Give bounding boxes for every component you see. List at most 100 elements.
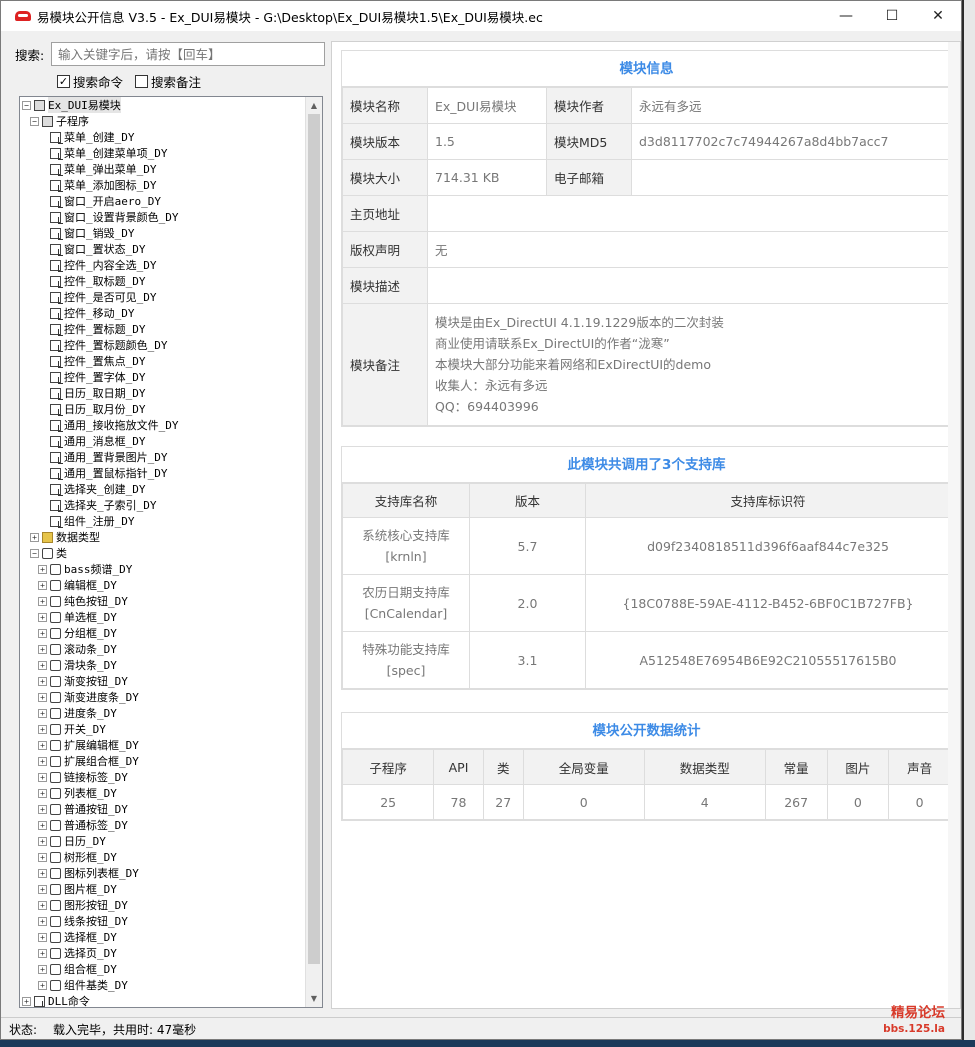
tree-item-class[interactable]: + 链接标签_DY	[20, 769, 305, 785]
tree-scrollbar[interactable]: ▲ ▼	[305, 97, 322, 1007]
info-scrollbar[interactable]	[948, 42, 960, 1008]
tree-item-subprogram[interactable]: 菜单_创建菜单项_DY	[20, 145, 305, 161]
expand-icon[interactable]: +	[38, 852, 47, 862]
tree-item-subprogram[interactable]: 日历_取月份_DY	[20, 401, 305, 417]
tree-item-class[interactable]: + bass频谱_DY	[20, 561, 305, 577]
tree-item-class[interactable]: + 分组框_DY	[20, 625, 305, 641]
tree-class-group[interactable]: − 类	[20, 545, 305, 561]
tree-item-subprogram[interactable]: 窗口_设置背景颜色_DY	[20, 209, 305, 225]
tree-item-class[interactable]: + 滚动条_DY	[20, 641, 305, 657]
tree-item-subprogram[interactable]: 控件_置标题颜色_DY	[20, 337, 305, 353]
maximize-button[interactable]: ☐	[869, 1, 915, 31]
tree-item-subprogram[interactable]: 控件_是否可见_DY	[20, 289, 305, 305]
expand-icon[interactable]: +	[38, 612, 47, 622]
expand-icon[interactable]: +	[38, 644, 47, 654]
expand-icon[interactable]: +	[38, 980, 47, 990]
expand-icon[interactable]: +	[38, 660, 47, 670]
tree-item-class[interactable]: + 渐变进度条_DY	[20, 689, 305, 705]
tree-item-class[interactable]: + 单选框_DY	[20, 609, 305, 625]
tree-item-subprogram[interactable]: 窗口_销毁_DY	[20, 225, 305, 241]
expand-icon[interactable]: +	[38, 740, 47, 750]
tree-item-subprogram[interactable]: 通用_接收拖放文件_DY	[20, 417, 305, 433]
expand-icon[interactable]: +	[38, 916, 47, 926]
tree-item-subprogram[interactable]: 控件_置标题_DY	[20, 321, 305, 337]
expand-icon[interactable]: +	[38, 884, 47, 894]
expand-icon[interactable]: +	[38, 580, 47, 590]
expand-icon[interactable]: +	[38, 868, 47, 878]
search-input[interactable]	[51, 42, 325, 66]
close-button[interactable]: ✕	[915, 1, 961, 31]
expand-icon[interactable]: +	[38, 900, 47, 910]
expand-icon[interactable]: +	[38, 756, 47, 766]
tree-item-subprogram[interactable]: 组件_注册_DY	[20, 513, 305, 529]
expand-icon[interactable]: +	[38, 804, 47, 814]
tree-item-class[interactable]: + 选择框_DY	[20, 929, 305, 945]
tree-item-class[interactable]: + 纯色按钮_DY	[20, 593, 305, 609]
expand-icon[interactable]: +	[38, 676, 47, 686]
tree-item-subprogram[interactable]: 通用_置鼠标指针_DY	[20, 465, 305, 481]
tree-item-class[interactable]: + 树形框_DY	[20, 849, 305, 865]
tree-item-class[interactable]: + 日历_DY	[20, 833, 305, 849]
minimize-button[interactable]: —	[823, 1, 869, 31]
scroll-thumb[interactable]	[308, 114, 320, 964]
search-note-checkbox[interactable]: 搜索备注	[135, 72, 201, 91]
tree-item-class[interactable]: + 线条按钮_DY	[20, 913, 305, 929]
expand-icon[interactable]: +	[30, 532, 39, 542]
tree-item-class[interactable]: + 渐变按钮_DY	[20, 673, 305, 689]
expand-icon[interactable]: +	[38, 788, 47, 798]
expand-icon[interactable]: +	[38, 692, 47, 702]
tree-item-subprogram[interactable]: 控件_取标题_DY	[20, 273, 305, 289]
tree-item-subprogram[interactable]: 菜单_添加图标_DY	[20, 177, 305, 193]
expand-icon[interactable]: +	[38, 932, 47, 942]
tree-item-subprogram[interactable]: 通用_置背景图片_DY	[20, 449, 305, 465]
search-command-checkbox[interactable]: ✓ 搜索命令	[57, 72, 123, 91]
tree-datatype-group[interactable]: + 数据类型	[20, 529, 305, 545]
tree-item-class[interactable]: + 开关_DY	[20, 721, 305, 737]
tree-item-subprogram[interactable]: 选择夹_创建_DY	[20, 481, 305, 497]
expand-icon[interactable]: +	[38, 772, 47, 782]
tree-subprogram-group[interactable]: − 子程序	[20, 113, 305, 129]
tree-item-class[interactable]: + 图标列表框_DY	[20, 865, 305, 881]
tree-item-class[interactable]: + 图片框_DY	[20, 881, 305, 897]
expand-icon[interactable]: +	[38, 596, 47, 606]
tree-item-class[interactable]: + 扩展编辑框_DY	[20, 737, 305, 753]
tree-item-class[interactable]: + 列表框_DY	[20, 785, 305, 801]
tree-item-subprogram[interactable]: 窗口_置状态_DY	[20, 241, 305, 257]
tree-item-subprogram[interactable]: 窗口_开启aero_DY	[20, 193, 305, 209]
tree-item-class[interactable]: + 选择页_DY	[20, 945, 305, 961]
tree-item-class[interactable]: + 编辑框_DY	[20, 577, 305, 593]
tree-item-class[interactable]: + 进度条_DY	[20, 705, 305, 721]
tree-item-class[interactable]: + 扩展组合框_DY	[20, 753, 305, 769]
tree-item-subprogram[interactable]: 控件_内容全选_DY	[20, 257, 305, 273]
expand-icon[interactable]: +	[38, 964, 47, 974]
tree-item-subprogram[interactable]: 通用_消息框_DY	[20, 433, 305, 449]
expand-icon[interactable]: +	[38, 836, 47, 846]
expand-icon[interactable]: +	[22, 996, 31, 1006]
expand-icon[interactable]: +	[38, 948, 47, 958]
tree-item-class[interactable]: + 普通标签_DY	[20, 817, 305, 833]
expand-icon[interactable]: +	[38, 820, 47, 830]
tree-item-class[interactable]: + 组合框_DY	[20, 961, 305, 977]
collapse-icon[interactable]: −	[30, 548, 39, 558]
tree-item-class[interactable]: + 图形按钮_DY	[20, 897, 305, 913]
tree-item-subprogram[interactable]: 控件_置焦点_DY	[20, 353, 305, 369]
collapse-icon[interactable]: −	[30, 116, 39, 126]
tree-root[interactable]: − Ex_DUI易模块	[20, 97, 305, 113]
module-tree[interactable]: − Ex_DUI易模块 − 子程序 菜单_创建_DY 菜单_创建菜单项_DY 菜单_…	[19, 96, 323, 1008]
tree-item-class[interactable]: + 普通按钮_DY	[20, 801, 305, 817]
tree-item-subprogram[interactable]: 日历_取日期_DY	[20, 385, 305, 401]
scroll-down-icon[interactable]: ▼	[306, 990, 322, 1007]
expand-icon[interactable]: +	[38, 628, 47, 638]
expand-icon[interactable]: +	[38, 724, 47, 734]
collapse-icon[interactable]: −	[22, 100, 31, 110]
expand-icon[interactable]: +	[38, 564, 47, 574]
tree-item-subprogram[interactable]: 菜单_创建_DY	[20, 129, 305, 145]
tree-item-subprogram[interactable]: 选择夹_子索引_DY	[20, 497, 305, 513]
scroll-up-icon[interactable]: ▲	[306, 97, 322, 114]
tree-item-class[interactable]: + 组件基类_DY	[20, 977, 305, 993]
tree-item-class[interactable]: + 滑块条_DY	[20, 657, 305, 673]
expand-icon[interactable]: +	[38, 708, 47, 718]
tree-item-subprogram[interactable]: 控件_置字体_DY	[20, 369, 305, 385]
tree-dll-group[interactable]: + DLL命令	[20, 993, 305, 1007]
tree-item-subprogram[interactable]: 控件_移动_DY	[20, 305, 305, 321]
